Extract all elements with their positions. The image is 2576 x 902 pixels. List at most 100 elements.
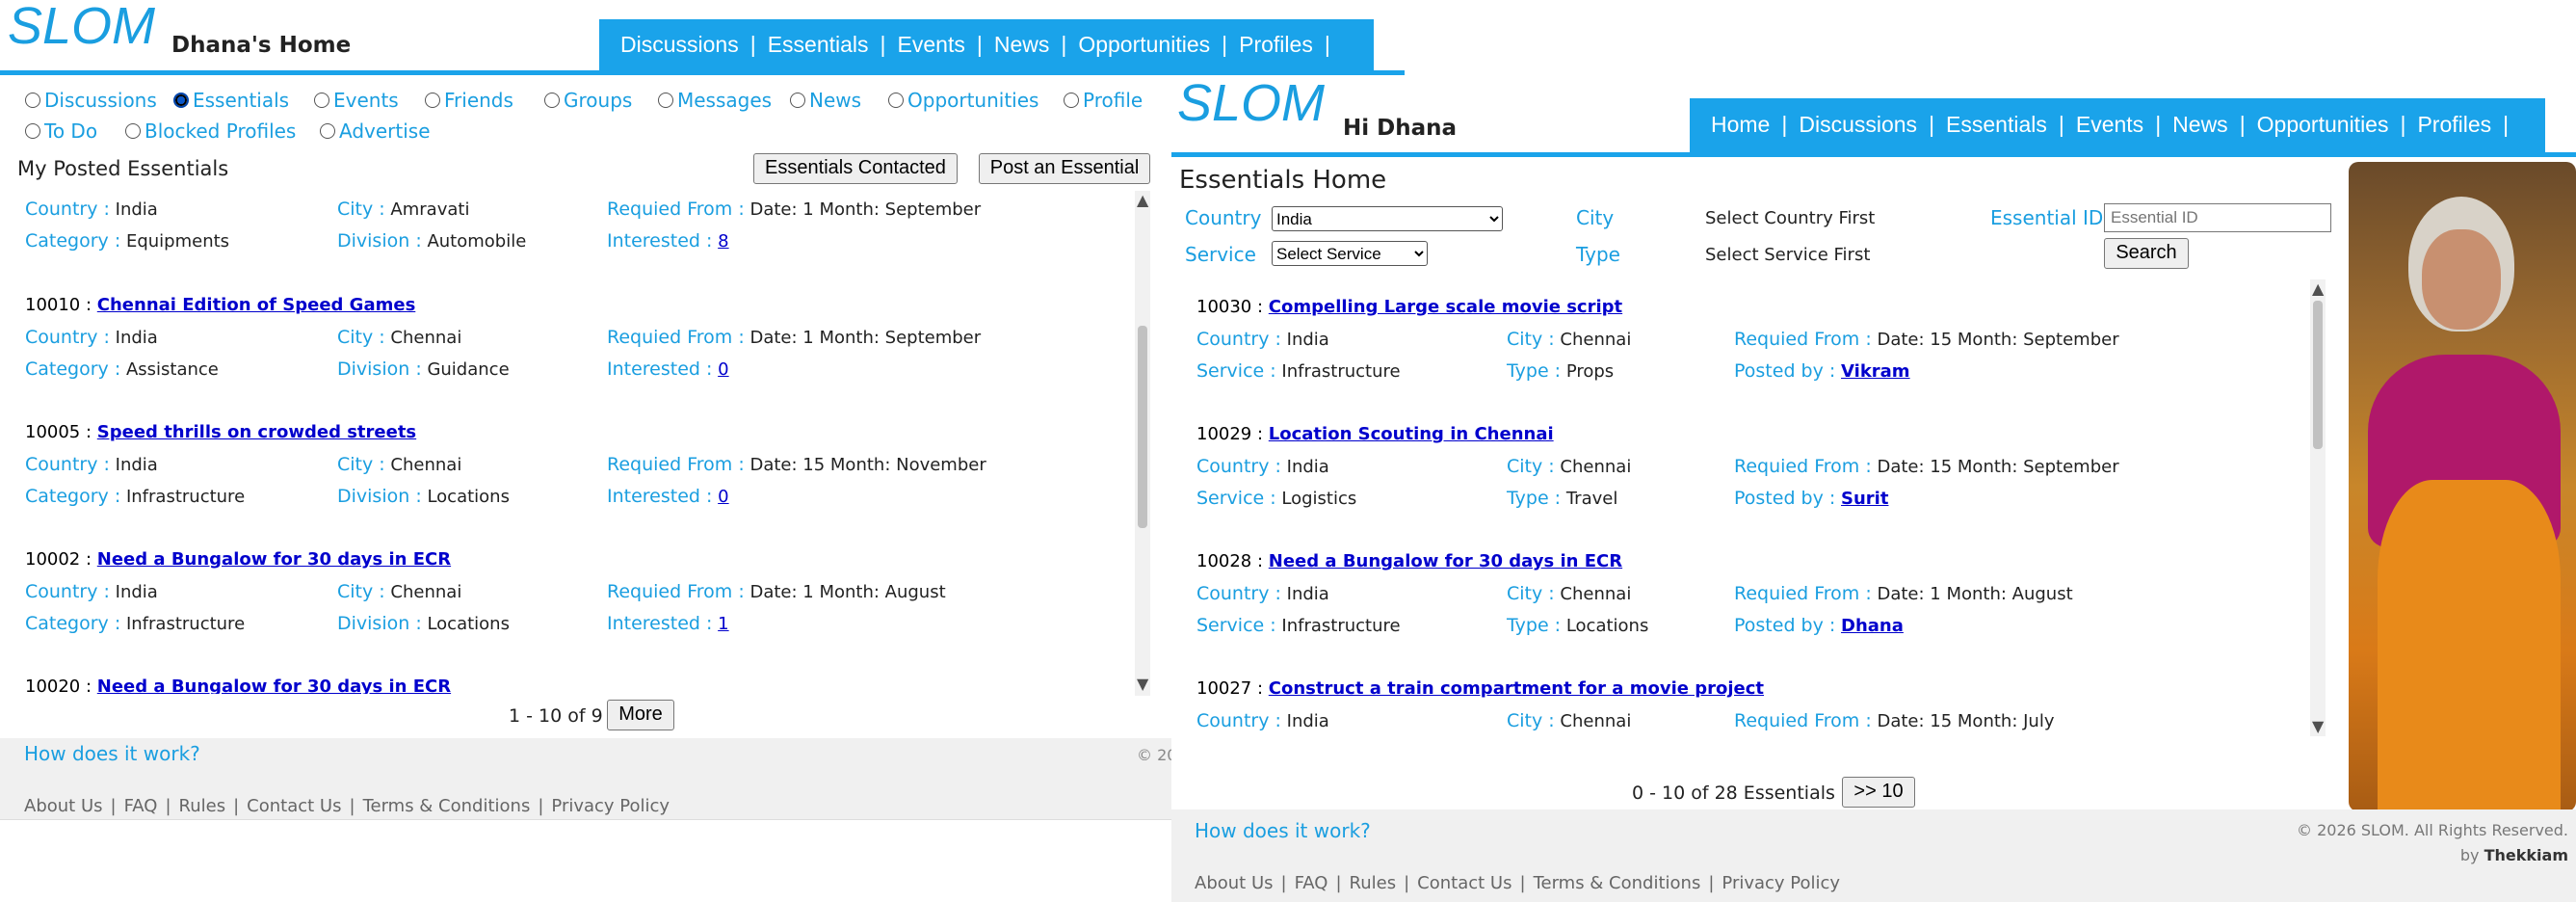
footer-privacy-link[interactable]: Privacy Policy <box>1722 873 1840 893</box>
nav-discussions[interactable]: Discussions <box>1799 98 1917 150</box>
footer-faq-link[interactable]: FAQ <box>1295 873 1328 893</box>
footer-rules-link[interactable]: Rules <box>179 796 226 816</box>
header-rule <box>1171 152 2576 157</box>
nav-essentials[interactable]: Essentials <box>1946 98 2047 150</box>
scroll-down-icon[interactable]: ▼ <box>2312 717 2324 735</box>
essential-title-link[interactable]: Compelling Large scale movie script <box>1269 297 1622 317</box>
footer-divider <box>0 819 1171 820</box>
footer-rules-link[interactable]: Rules <box>1350 873 1397 893</box>
interested-count-link[interactable]: 1 <box>718 614 728 634</box>
radio-icon <box>320 123 335 139</box>
posted-by-link[interactable]: Vikram <box>1841 361 1910 382</box>
post-essential-button[interactable]: Post an Essential <box>979 153 1150 184</box>
radio-icon <box>658 93 673 108</box>
footer-terms-link[interactable]: Terms & Conditions <box>363 796 531 816</box>
radio-icon <box>25 93 40 108</box>
essential-title-link[interactable]: Construct a train compartment for a movi… <box>1269 678 1764 699</box>
tab-opportunities[interactable]: Opportunities <box>888 89 1038 112</box>
search-button[interactable]: Search <box>2104 238 2189 269</box>
service-select[interactable]: Select Service <box>1272 241 1428 266</box>
footer-links: About Us | FAQ | Rules | Contact Us | Terms & Co… <box>1195 873 1841 893</box>
nav-essentials[interactable]: Essentials <box>768 19 869 69</box>
tab-discussions[interactable]: Discussions <box>25 89 157 112</box>
how-it-works-link[interactable]: How does it work? <box>1195 819 1371 842</box>
slom-logo[interactable]: SLOM <box>1177 73 1325 133</box>
tab-friends[interactable]: Friends <box>425 89 513 112</box>
next-page-button[interactable]: >> 10 <box>1842 777 1915 808</box>
essential-title-link[interactable]: Chennai Edition of Speed Games <box>97 295 416 315</box>
country-select[interactable]: India <box>1272 206 1503 231</box>
interested-count-link[interactable]: 0 <box>718 359 728 380</box>
tab-groups[interactable]: Groups <box>544 89 632 112</box>
footer-faq-link[interactable]: FAQ <box>124 796 158 816</box>
city-placeholder-text: Select Country First <box>1705 208 1876 228</box>
nav-news[interactable]: News <box>2172 98 2228 150</box>
footer-about-link[interactable]: About Us <box>1195 873 1274 893</box>
nav-profiles[interactable]: Profiles <box>2417 98 2491 150</box>
footer-contact-link[interactable]: Contact Us <box>247 796 341 816</box>
essential-title-link[interactable]: Location Scouting in Chennai <box>1269 424 1554 444</box>
tab-events[interactable]: Events <box>314 89 399 112</box>
pager-text: 1 - 10 of 9 <box>509 705 603 727</box>
radio-selected-icon <box>173 93 189 108</box>
type-placeholder-text: Select Service First <box>1705 245 1871 265</box>
essential-title-link[interactable]: Need a Bungalow for 30 days in ECR <box>97 549 451 570</box>
scrollbar-thumb[interactable] <box>1138 326 1147 528</box>
nav-discussions[interactable]: Discussions <box>620 19 739 69</box>
nav-home[interactable]: Home <box>1711 98 1770 150</box>
posted-by-link[interactable]: Dhana <box>1841 616 1904 636</box>
radio-icon <box>1064 93 1079 108</box>
right-window: SLOM Hi Dhana Home | Discussions | Essential… <box>1171 74 2576 902</box>
copyright-text: © 2026 SLOM. All Rights Reserved. <box>2297 821 2568 839</box>
essential-title-link[interactable]: Need a Bungalow for 30 days in ECR <box>97 676 451 694</box>
radio-icon <box>25 123 40 139</box>
type-label: Type <box>1576 243 1620 266</box>
tab-advertise[interactable]: Advertise <box>320 119 431 143</box>
scroll-down-icon[interactable]: ▼ <box>1137 675 1148 693</box>
section-title: My Posted Essentials <box>17 157 229 180</box>
interested-count-link[interactable]: 8 <box>718 231 728 252</box>
footer-contact-link[interactable]: Contact Us <box>1417 873 1511 893</box>
tab-news[interactable]: News <box>790 89 861 112</box>
more-button[interactable]: More <box>607 700 674 730</box>
essential-title-link[interactable]: Speed thrills on crowded streets <box>97 422 416 442</box>
top-nav: Discussions | Essentials | Events | News | Oppor… <box>599 19 1374 107</box>
tab-blocked-profiles[interactable]: Blocked Profiles <box>125 119 296 143</box>
page-title: Essentials Home <box>1179 166 1387 195</box>
nav-events[interactable]: Events <box>898 19 965 69</box>
footer-privacy-link[interactable]: Privacy Policy <box>551 796 670 816</box>
essentials-contacted-button[interactable]: Essentials Contacted <box>753 153 958 184</box>
home-title: Dhana's Home <box>171 33 352 58</box>
how-it-works-link[interactable]: How does it work? <box>24 742 200 765</box>
scroll-up-icon[interactable]: ▲ <box>2312 279 2324 298</box>
nav-opportunities[interactable]: Opportunities <box>2257 98 2389 150</box>
essential-id-input[interactable] <box>2104 203 2331 232</box>
service-label: Service <box>1185 243 1256 266</box>
tab-profile[interactable]: Profile <box>1064 89 1143 112</box>
radio-icon <box>888 93 904 108</box>
interested-count-link[interactable]: 0 <box>718 487 728 507</box>
scrollbar-thumb[interactable] <box>2313 301 2323 449</box>
footer-terms-link[interactable]: Terms & Conditions <box>1534 873 1701 893</box>
nav-opportunities[interactable]: Opportunities <box>1078 19 1210 69</box>
tab-todo[interactable]: To Do <box>25 119 97 143</box>
photo-face <box>2422 229 2501 330</box>
nav-events[interactable]: Events <box>2076 98 2143 150</box>
credit-name[interactable]: Thekkiam <box>2484 846 2568 864</box>
nav-news[interactable]: News <box>994 19 1050 69</box>
essentials-list: Country : India City : Amravati Requied … <box>0 193 1146 694</box>
radio-icon <box>425 93 440 108</box>
slom-logo[interactable]: SLOM <box>8 0 155 56</box>
country-label: Country <box>1185 206 1262 229</box>
city-label: City <box>1576 206 1615 229</box>
essential-title-link[interactable]: Need a Bungalow for 30 days in ECR <box>1269 551 1622 571</box>
nav-profiles[interactable]: Profiles <box>1239 19 1313 69</box>
tab-essentials[interactable]: Essentials <box>173 89 289 112</box>
posted-by-link[interactable]: Surit <box>1841 489 1888 509</box>
radio-icon <box>544 93 560 108</box>
footer-about-link[interactable]: About Us <box>24 796 103 816</box>
tab-messages[interactable]: Messages <box>658 89 772 112</box>
nav-logout[interactable]: Logout <box>1711 150 1778 202</box>
greeting: Hi Dhana <box>1343 116 1458 141</box>
scroll-up-icon[interactable]: ▲ <box>1137 191 1148 209</box>
